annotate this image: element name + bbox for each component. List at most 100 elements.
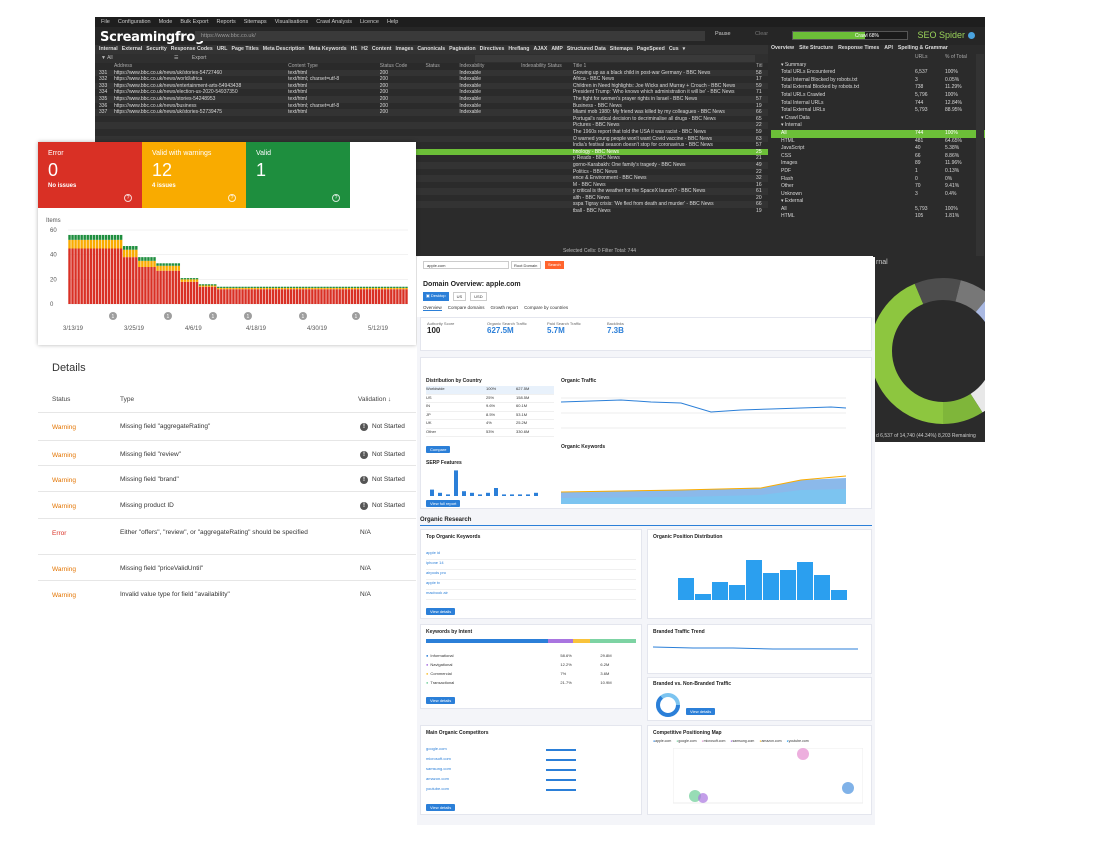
keyword-link[interactable]: apple id [426, 550, 440, 555]
chevron-down-icon[interactable]: ▾ [683, 46, 686, 53]
detail-row[interactable]: Warning Invalid value type for field "ava… [38, 580, 416, 602]
menu-item[interactable]: Visualisations [275, 19, 309, 25]
column-header[interactable]: Content Type [288, 63, 380, 70]
competitor-row[interactable]: samsung.com [426, 766, 636, 776]
tab[interactable]: Cus [669, 46, 679, 53]
competitor-row[interactable]: google.com [426, 746, 636, 756]
pause-button[interactable]: Pause [715, 31, 731, 37]
column-header[interactable]: Address [114, 63, 288, 70]
menu-item[interactable]: Help [387, 19, 398, 25]
right-tab[interactable]: Overview [771, 45, 794, 54]
root-domain-select[interactable]: Root Domain [511, 261, 541, 269]
table-row[interactable]: 337 https://www.bbc.co.uk/news/uk/stories… [95, 109, 768, 116]
sort-down-icon[interactable]: ↓ [388, 396, 391, 403]
keyword-link[interactable]: airpods pro [426, 570, 446, 575]
tab[interactable]: Structured Data [567, 46, 606, 53]
overview-row[interactable]: CSS 66 8.86% [771, 153, 985, 161]
detail-row[interactable]: Warning Missing field "review"! Not Starte… [38, 440, 416, 465]
country-row[interactable]: IN 9.6% 60.1M [426, 403, 554, 412]
sem-tab[interactable]: Compare by countries [524, 305, 568, 311]
help-icon[interactable]: ? [228, 194, 236, 202]
overview-row[interactable]: All 5,793 100% [771, 206, 985, 214]
right-tab[interactable]: Site Structure [799, 45, 833, 54]
sem-tab[interactable]: Compare domains [448, 305, 485, 311]
view-list-icon[interactable]: ☰ [174, 55, 178, 61]
view-details-button[interactable]: View details [426, 804, 456, 811]
overview-row[interactable]: ▾ Summary [771, 62, 985, 70]
menu-item[interactable]: File [101, 19, 110, 25]
right-tab[interactable]: Spelling & Grammar [898, 45, 948, 54]
menu-item[interactable]: Mode [159, 19, 173, 25]
tab[interactable]: AMP [551, 46, 563, 53]
country-filter[interactable]: US [452, 292, 467, 301]
tab[interactable]: H1 [351, 46, 358, 53]
column-header[interactable]: Status Code [380, 63, 426, 70]
menu-item[interactable]: Reports [216, 19, 235, 25]
search-input[interactable] [475, 55, 755, 62]
overview-row[interactable]: ▾ Crawl Data [771, 115, 985, 123]
right-tab[interactable]: Response Times [838, 45, 879, 54]
tab[interactable]: Sitemaps [610, 46, 633, 53]
keyword-link[interactable]: apple tv [426, 580, 440, 585]
column-header[interactable]: Status [426, 63, 460, 70]
right-tab[interactable]: API [884, 45, 893, 54]
country-row[interactable]: Worldwide 100% 627.5M [426, 386, 554, 395]
overview-row[interactable]: JavaScript 40 5.38% [771, 145, 985, 153]
column-header[interactable]: Titl [756, 63, 768, 70]
validation-header[interactable]: Validation ↓ [358, 396, 391, 403]
table-row[interactable]: Pictures - BBC News 22 [95, 122, 768, 129]
competitor-link[interactable]: google.com [426, 746, 546, 756]
table-row[interactable]: 331 https://www.bbc.co.uk/news/uk/stories… [95, 69, 768, 77]
filter-dropdown[interactable]: All [107, 55, 113, 61]
tab[interactable]: PageSpeed [637, 46, 665, 53]
detail-row[interactable]: Warning Missing field "aggregateRating"! N… [38, 412, 416, 440]
help-icon[interactable]: ? [124, 194, 132, 202]
table-row[interactable]: 334 https://www.bbc.co.uk/news/election-u… [95, 89, 768, 96]
overview-row[interactable]: Flash 0 0% [771, 176, 985, 184]
device-filter[interactable]: ▣ Desktop [423, 292, 449, 301]
tab[interactable]: Meta Keywords [309, 46, 347, 53]
scrollbar[interactable] [976, 54, 984, 256]
competitor-link[interactable]: youtube.com [426, 786, 546, 796]
keyword-link[interactable]: macbook air [426, 590, 448, 595]
tab[interactable]: Canonicals [417, 46, 445, 53]
overview-row[interactable]: Images 89 11.96% [771, 160, 985, 168]
tab[interactable]: H2 [361, 46, 368, 53]
menu-item[interactable]: Bulk Export [180, 19, 208, 25]
competitor-row[interactable]: microsoft.com [426, 756, 636, 766]
detail-row[interactable]: Error Either "offers", "review", or "aggr… [38, 518, 416, 554]
overview-row[interactable]: ▾ External [771, 198, 985, 206]
view-details-button[interactable]: View details [686, 708, 716, 715]
keyword-row[interactable]: apple id [426, 550, 636, 560]
tab[interactable]: Response Codes [171, 46, 213, 53]
overview-row[interactable]: Total Internal URLs 744 12.84% [771, 100, 985, 108]
keyword-row[interactable]: iphone 14 [426, 560, 636, 570]
keyword-link[interactable]: iphone 14 [426, 560, 444, 565]
tab[interactable]: External [122, 46, 142, 53]
keyword-row[interactable]: airpods pro [426, 570, 636, 580]
country-row[interactable]: US 25% 158.5M [426, 395, 554, 403]
overview-row[interactable]: HTML 105 1.81% [771, 213, 985, 221]
table-row[interactable]: 333 https://www.bbc.co.uk/news/entertainm… [95, 82, 768, 90]
export-button[interactable]: Export [192, 55, 206, 61]
view-details-button[interactable]: View details [426, 608, 456, 615]
overview-row[interactable]: All 744 100% [771, 129, 985, 138]
menu-item[interactable]: Sitemaps [244, 19, 267, 25]
competitor-link[interactable]: microsoft.com [426, 756, 546, 766]
column-header[interactable]: Indexability [459, 63, 521, 70]
menu-item[interactable]: Configuration [118, 19, 151, 25]
sem-tab[interactable]: Growth report [491, 305, 519, 311]
column-header[interactable]: Title 1 [573, 63, 756, 70]
country-row[interactable]: Other 53% 330.6M [426, 429, 554, 437]
table-row[interactable]: The 1960s report that told the USA it wa… [95, 129, 768, 136]
overview-row[interactable]: PDF 1 0.13% [771, 168, 985, 176]
column-header[interactable] [99, 63, 114, 70]
clear-button[interactable]: Clear [755, 31, 768, 37]
compare-button[interactable]: Compare [426, 446, 451, 453]
help-icon[interactable]: ? [332, 194, 340, 202]
currency-filter[interactable]: USD [470, 292, 487, 301]
competitor-link[interactable]: amazon.com [426, 776, 546, 786]
competitor-row[interactable]: amazon.com [426, 776, 636, 786]
overview-row[interactable]: Total External Blocked by robots.txt 738 1… [771, 84, 985, 92]
search-button[interactable]: Search [545, 261, 564, 269]
